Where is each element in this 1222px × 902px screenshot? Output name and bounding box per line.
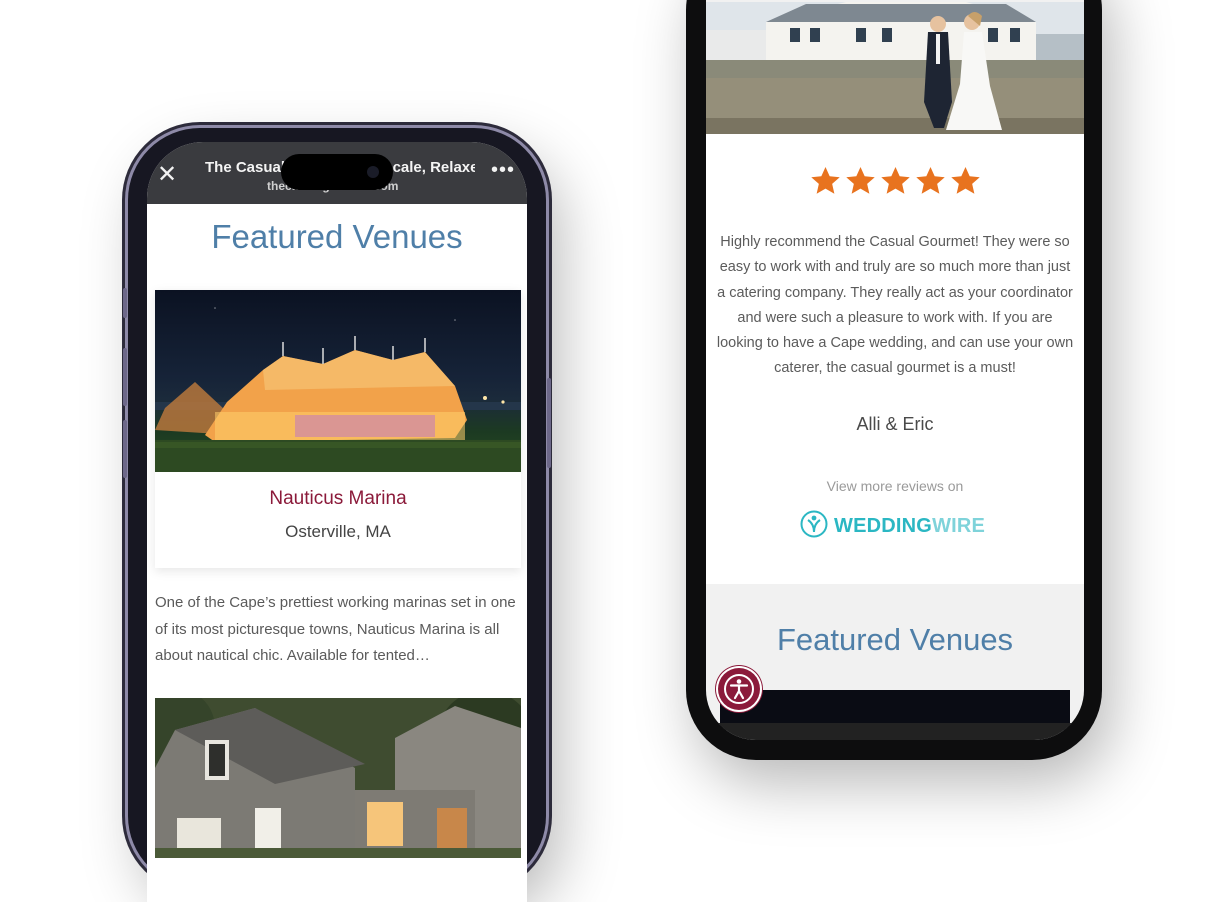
venue-description: One of the Cape’s prettiest working mari… [155, 594, 516, 664]
accessibility-icon [724, 674, 754, 704]
star-rating [706, 166, 1084, 196]
view-more-reviews-label: View more reviews on [826, 478, 964, 494]
phone-side-button [123, 288, 127, 318]
star-icon [810, 167, 840, 194]
weddingwire-wordmark: WEDDINGWIRE [834, 515, 985, 538]
tent-illustration [155, 307, 521, 472]
close-icon[interactable]: ✕ [157, 162, 177, 186]
featured-venues-heading: Featured Venues [776, 622, 1014, 657]
featured-venues-heading: Featured Venues [211, 218, 463, 255]
more-dots-icon[interactable]: ••• [491, 160, 515, 180]
review-text: Highly recommend the Casual Gourmet! The… [716, 234, 1074, 377]
venue-card[interactable]: Nauticus Marina Osterville, MA [155, 290, 521, 568]
left-phone-screen: ✕ The Casual Gourmet | Upscale, Relaxed … [147, 142, 527, 902]
venue-name[interactable]: Nauticus Marina [155, 488, 521, 510]
venue-location: Osterville, MA [285, 522, 391, 541]
weddingwire-wordmark-part2: WIRE [932, 515, 986, 537]
wedding-illustration [706, 2, 1084, 134]
bottom-bar [706, 723, 1084, 740]
dynamic-island [281, 154, 393, 190]
wedding-photo [706, 2, 1084, 134]
phone-side-button [547, 378, 551, 468]
review-card: Highly recommend the Casual Gourmet! The… [706, 134, 1084, 584]
right-phone: Highly recommend the Casual Gourmet! The… [686, 0, 1102, 760]
star-icon [845, 167, 875, 194]
camera-icon [367, 166, 379, 178]
phone-side-button [123, 420, 127, 478]
left-phone: ✕ The Casual Gourmet | Upscale, Relaxed … [123, 128, 551, 902]
venue-photo-barn[interactable] [155, 698, 521, 858]
star-icon [915, 167, 945, 194]
star-icon [880, 167, 910, 194]
in-app-browser-bar: ✕ The Casual Gourmet | Upscale, Relaxed … [147, 142, 527, 204]
right-phone-screen: Highly recommend the Casual Gourmet! The… [706, 0, 1084, 740]
weddingwire-logo-icon [800, 510, 828, 538]
weddingwire-wordmark-part1: WEDDING [834, 515, 933, 537]
star-icon [950, 167, 980, 194]
accessibility-button[interactable] [718, 668, 760, 710]
phone-side-button [123, 348, 127, 406]
reviewer-name: Alli & Eric [856, 414, 934, 434]
barn-illustration [155, 698, 521, 858]
venue-photo-tent [155, 290, 521, 472]
